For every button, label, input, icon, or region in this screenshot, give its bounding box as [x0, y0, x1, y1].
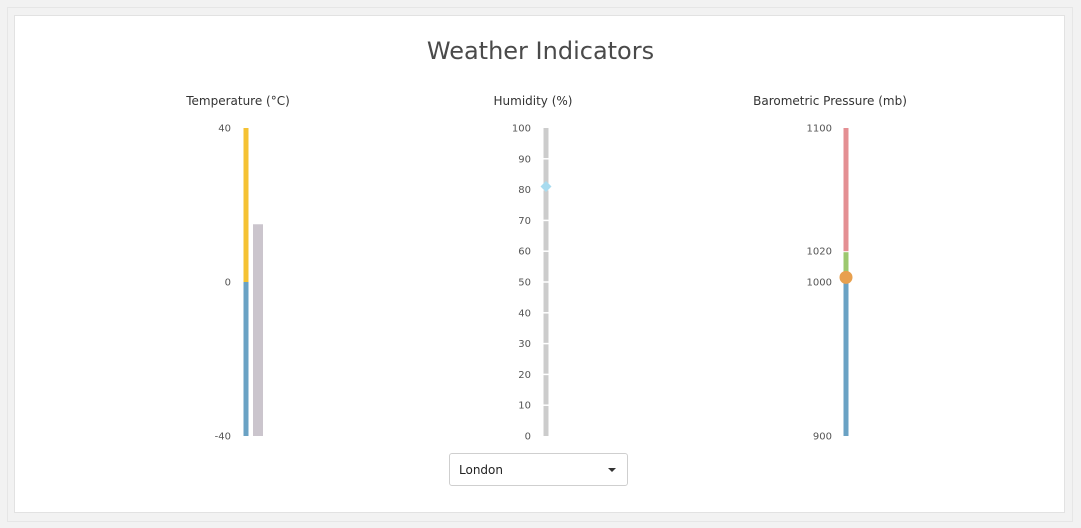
0-tick-label: 0 — [225, 278, 231, 289]
1-tick-label: 50 — [518, 278, 531, 289]
1-tick-label: 80 — [518, 185, 531, 196]
temperature-value-bar — [253, 224, 263, 436]
gauges-svg: 400-40 1009080706050403020100 1100102010… — [215, 124, 853, 443]
temperature-gauge: 40 0 -40 — [215, 124, 263, 443]
1-tick-label: 30 — [518, 339, 531, 350]
2-tick-label: 1100 — [807, 124, 832, 135]
humidity-track-gap — [543, 404, 549, 406]
humidity-diamond-marker — [540, 181, 552, 193]
pressure-band — [843, 128, 849, 252]
pressure-gauge: 1100 1020 1000 900 — [807, 124, 853, 443]
1-tick-label: 40 — [518, 308, 531, 319]
2-tick-label: 1000 — [807, 278, 832, 289]
temperature-band — [243, 128, 249, 282]
2-tick-label: 1020 — [807, 247, 832, 258]
humidity-track-gap — [543, 373, 549, 376]
1-tick-label: 100 — [512, 124, 531, 135]
humidity-gauge: 1009080706050403020100 — [512, 124, 552, 443]
1-tick-label: 0 — [525, 432, 531, 443]
humidity-track-gap — [543, 219, 549, 222]
humidity-track-gap — [543, 281, 549, 283]
1-tick-label: 90 — [518, 154, 531, 165]
1-tick-label: 70 — [518, 216, 531, 227]
city-dropdown[interactable]: London — [449, 453, 628, 486]
temperature-band — [243, 282, 249, 436]
0-tick-label: 40 — [218, 124, 231, 135]
caret-down-icon — [608, 468, 616, 472]
1-tick-label: 20 — [518, 370, 531, 381]
1-tick-label: 10 — [518, 401, 531, 412]
pressure-circle-marker — [839, 270, 853, 284]
humidity-track-gap — [543, 158, 549, 160]
city-dropdown-value: London — [459, 463, 503, 477]
2-tick-label: 900 — [813, 432, 832, 443]
1-tick-label: 60 — [518, 247, 531, 258]
humidity-track-gap — [543, 312, 549, 314]
pressure-band — [843, 283, 849, 436]
humidity-track-gap — [543, 250, 549, 252]
0-tick-label: -40 — [215, 432, 231, 443]
humidity-track-gap — [543, 342, 549, 345]
